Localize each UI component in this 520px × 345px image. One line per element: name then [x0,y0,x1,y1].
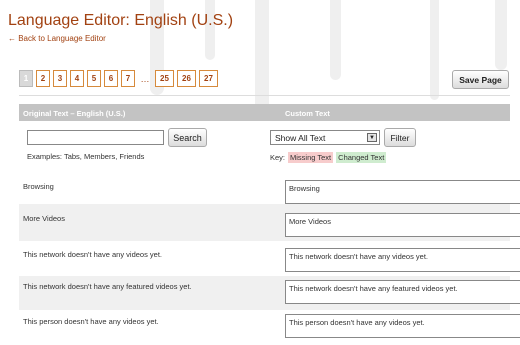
page-link[interactable]: 6 [104,70,118,87]
page-title: Language Editor: English (U.S.) [8,12,234,29]
original-text: This network doesn't have any videos yet… [23,250,163,259]
column-header-original: Original Text – English (U.S.) [23,109,126,118]
page-link[interactable]: 27 [199,70,218,87]
page-link[interactable]: 26 [177,70,196,87]
custom-text-field[interactable]: This network doesn't have any featured v… [285,280,520,304]
changed-text-chip: Changed Text [336,152,387,163]
table-row: More Videos More Videos [19,204,520,241]
table-row: Browsing Browsing [19,172,520,204]
background-drip [330,0,341,80]
page-link[interactable]: 7 [121,70,135,87]
background-drip [205,0,215,60]
table-row: This network doesn't have any featured v… [19,276,520,310]
search-input[interactable] [27,130,164,145]
page-link[interactable]: 2 [36,70,50,87]
table-header: Original Text – English (U.S.) Custom Te… [19,104,510,121]
original-text: More Videos [23,214,65,223]
key-label: Key: [270,153,286,162]
background-drip [430,0,439,100]
table-row: This network doesn't have any videos yet… [19,241,520,276]
background-drip [255,0,269,120]
pagination-ellipsis: … [140,73,150,84]
back-link[interactable]: ← Back to Language Editor [8,34,106,43]
original-text: Browsing [23,182,54,191]
divider [19,95,510,96]
missing-text-chip: Missing Text [288,152,334,163]
color-key: Key: Missing Text Changed Text [270,152,387,163]
custom-text-field[interactable]: This network doesn't have any videos yet… [285,248,520,272]
column-header-custom: Custom Text [285,109,330,118]
original-text: This network doesn't have any featured v… [23,282,192,291]
table-row: This person doesn't have any videos yet.… [19,310,520,345]
page-link[interactable]: 4 [70,70,84,87]
pagination: 1 2 3 4 5 6 7 … 25 26 27 [19,70,221,87]
search-examples: Examples: Tabs, Members, Friends [27,152,145,161]
chevron-down-icon[interactable]: ▼ [367,133,377,142]
text-filter-select[interactable]: Show All Text ▼ [270,130,380,145]
page-link[interactable]: 25 [155,70,174,87]
save-page-button[interactable]: Save Page [452,70,509,89]
filter-button[interactable]: Filter [384,128,416,147]
custom-text-field[interactable]: Browsing [285,180,520,204]
page-link-current[interactable]: 1 [19,70,33,87]
custom-text-field[interactable]: This person doesn't have any videos yet. [285,314,520,338]
custom-text-field[interactable]: More Videos [285,213,520,237]
page-link[interactable]: 3 [53,70,67,87]
search-button[interactable]: Search [168,128,207,147]
page-link[interactable]: 5 [87,70,101,87]
background-drip [495,0,507,70]
select-value: Show All Text [275,133,326,143]
original-text: This person doesn't have any videos yet. [23,317,159,326]
